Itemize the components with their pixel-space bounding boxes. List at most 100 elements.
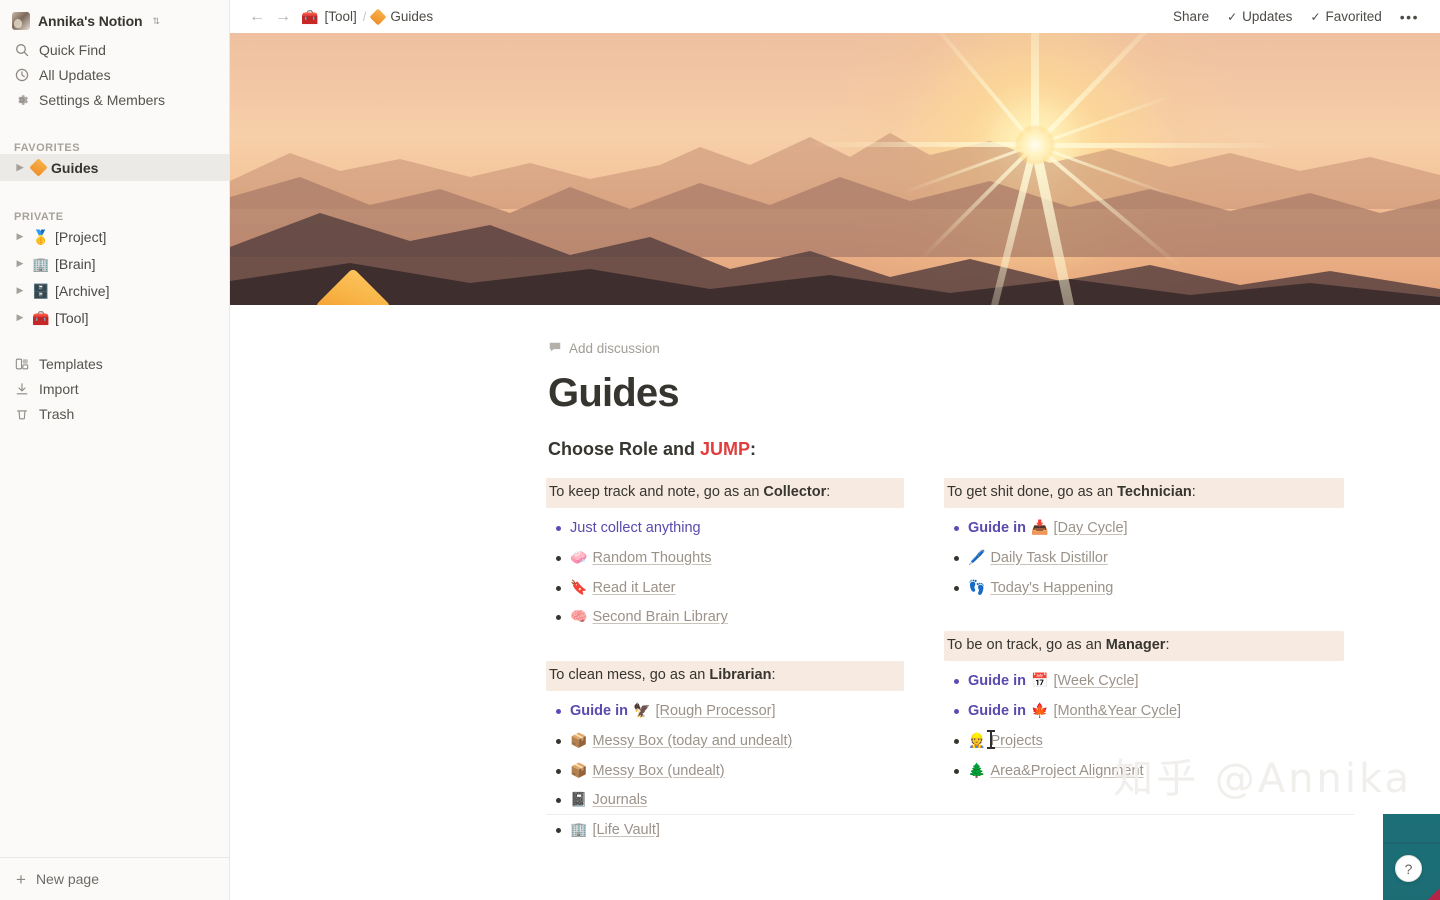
breadcrumb-item-guides[interactable]: Guides	[367, 7, 438, 26]
workspace-name: Annika's Notion	[38, 13, 143, 29]
item-link[interactable]: Messy Box (today and undealt)	[592, 731, 792, 753]
list-item[interactable]: 🧠 Second Brain Library	[546, 603, 904, 633]
arrow-left-icon[interactable]: ←	[244, 8, 270, 25]
section-heading: Choose Role and JUMP:	[548, 439, 1440, 460]
clock-icon	[14, 67, 30, 83]
list-item[interactable]: 👣 Today's Happening	[944, 574, 1344, 604]
item-link[interactable]: [Month&Year Cycle]	[1053, 701, 1181, 723]
sidebar-item-trash[interactable]: Trash	[0, 401, 229, 426]
import-icon	[14, 381, 30, 397]
item-prefix: Guide in	[968, 520, 1026, 537]
chevron-right-icon[interactable]: ▶	[14, 162, 26, 173]
chevron-right-icon[interactable]: ▶	[14, 285, 26, 296]
list-item[interactable]: 🧼 Random Thoughts	[546, 544, 904, 574]
list-item[interactable]: Guide in 📅 [Week Cycle]	[944, 667, 1344, 697]
list-item[interactable]: 🏢 [Life Vault]	[546, 816, 904, 846]
toolbox-icon: 🧰	[301, 8, 319, 25]
chevron-right-icon[interactable]: ▶	[14, 258, 26, 269]
heading-suffix: :	[750, 439, 757, 459]
sidebar-section-private: PRIVATE	[14, 211, 64, 223]
bullet-dot	[546, 790, 570, 804]
chevron-right-icon[interactable]: ▶	[14, 312, 26, 323]
footprints-icon: 👣	[968, 578, 986, 595]
sidebar-item-label: [Tool]	[55, 309, 89, 326]
package-icon: 📦	[570, 731, 588, 748]
sidebar-item-all-updates[interactable]: All Updates	[0, 62, 229, 87]
list-item[interactable]: 📦 Messy Box (today and undealt)	[546, 727, 904, 757]
sidebar-item-templates[interactable]: Templates	[0, 351, 229, 376]
sidebar-item-archive[interactable]: ▶ 🗄️ [Archive]	[0, 277, 229, 304]
sidebar-item-label: [Archive]	[55, 282, 110, 299]
bullet-dot	[546, 578, 570, 591]
item-link[interactable]: Random Thoughts	[592, 548, 711, 570]
item-prefix: Guide in	[968, 673, 1026, 690]
list-item[interactable]: 📦 Messy Box (undealt)	[546, 757, 904, 787]
chevron-right-icon[interactable]: ▶	[14, 231, 26, 242]
sidebar-item-guides[interactable]: ▶ Guides	[0, 154, 229, 181]
orange-diamond-icon	[369, 8, 387, 25]
list-item[interactable]: Just collect anything	[546, 514, 904, 544]
arrow-right-icon[interactable]: →	[270, 8, 296, 25]
callout-collector[interactable]: To keep track and note, go as an Collect…	[546, 478, 904, 509]
list-item[interactable]: Guide in 📥 [Day Cycle]	[944, 514, 1344, 544]
favorited-label: Favorited	[1325, 9, 1382, 24]
item-link[interactable]: [Rough Processor]	[655, 701, 775, 723]
callout-role: Collector	[763, 484, 827, 500]
check-icon: ✓	[1310, 9, 1321, 24]
bullet-dot	[944, 761, 968, 774]
breadcrumb-item-tool[interactable]: 🧰 [Tool]	[296, 7, 362, 26]
list-item[interactable]: 🖊️ Daily Task Distillor	[944, 544, 1344, 574]
workspace-switcher[interactable]: Annika's Notion ⇅	[0, 5, 229, 37]
callout-role: Manager	[1105, 637, 1166, 654]
help-button[interactable]: ?	[1395, 855, 1422, 882]
updates-button[interactable]: ✓ Updates	[1220, 6, 1299, 27]
building-icon: 🏢	[32, 255, 50, 272]
favorited-button[interactable]: ✓ Favorited	[1303, 6, 1388, 27]
callout-text: To get shit done, go as an	[947, 484, 1118, 500]
item-link[interactable]: [Day Cycle]	[1053, 518, 1127, 540]
share-label: Share	[1173, 9, 1210, 24]
sidebar-item-project[interactable]: ▶ 🥇 [Project]	[0, 223, 229, 250]
sun-icon	[1014, 124, 1055, 165]
new-page-button[interactable]: + New page	[0, 857, 229, 900]
list-item[interactable]: 🔖 Read it Later	[546, 574, 904, 604]
item-link[interactable]: Daily Task Distillor	[990, 548, 1107, 570]
more-options-button[interactable]: •••	[1393, 7, 1426, 27]
item-link[interactable]: [Week Cycle]	[1053, 671, 1138, 693]
item-link[interactable]: Read it Later	[592, 578, 675, 600]
sidebar-item-settings-members[interactable]: Settings & Members	[0, 87, 229, 112]
callout-suffix: :	[1165, 637, 1170, 654]
item-text: Just collect anything	[570, 520, 701, 537]
add-discussion-label: Add discussion	[569, 341, 660, 356]
file-cabinet-icon: 🗄️	[32, 282, 50, 299]
page-cover-image[interactable]	[230, 33, 1440, 305]
bullet-dot	[546, 607, 570, 621]
item-link[interactable]: Today's Happening	[990, 578, 1113, 600]
list-item[interactable]: Guide in 🍁 [Month&Year Cycle]	[944, 697, 1344, 727]
item-link[interactable]: Journals	[592, 790, 647, 812]
callout-librarian[interactable]: To clean mess, go as an Librarian:	[546, 661, 904, 692]
bullet-dot	[546, 820, 570, 834]
bullet-dot	[546, 761, 570, 774]
callout-suffix: :	[826, 484, 831, 500]
item-link[interactable]: Messy Box (undealt)	[592, 761, 724, 783]
item-link[interactable]: [Life Vault]	[592, 820, 659, 842]
list-item[interactable]: Guide in 🦅 [Rough Processor]	[546, 697, 904, 727]
list-item[interactable]: 📓 Journals	[546, 786, 904, 816]
add-discussion-button[interactable]: Add discussion	[548, 340, 660, 357]
sidebar-item-tool[interactable]: ▶ 🧰 [Tool]	[0, 304, 229, 331]
eagle-icon: 🦅	[633, 702, 651, 719]
item-link[interactable]: Projects	[990, 731, 1042, 753]
item-prefix: Guide in	[570, 703, 628, 720]
item-link[interactable]: Second Brain Library	[592, 607, 727, 629]
text-cursor	[987, 730, 995, 749]
main-content: ← → 🧰 [Tool] / Guides Share ✓ Updates ✓ …	[230, 0, 1440, 900]
item-prefix: Guide in	[968, 703, 1026, 720]
share-button[interactable]: Share	[1166, 6, 1216, 27]
sidebar-item-quick-find[interactable]: Quick Find	[0, 37, 229, 62]
sidebar-item-import[interactable]: Import	[0, 376, 229, 401]
callout-manager[interactable]: To be on track, go as an Manager:	[944, 631, 1344, 662]
sidebar-item-brain[interactable]: ▶ 🏢 [Brain]	[0, 250, 229, 277]
callout-technician[interactable]: To get shit done, go as an Technician:	[944, 478, 1344, 509]
page-title[interactable]: Guides	[548, 371, 1440, 415]
